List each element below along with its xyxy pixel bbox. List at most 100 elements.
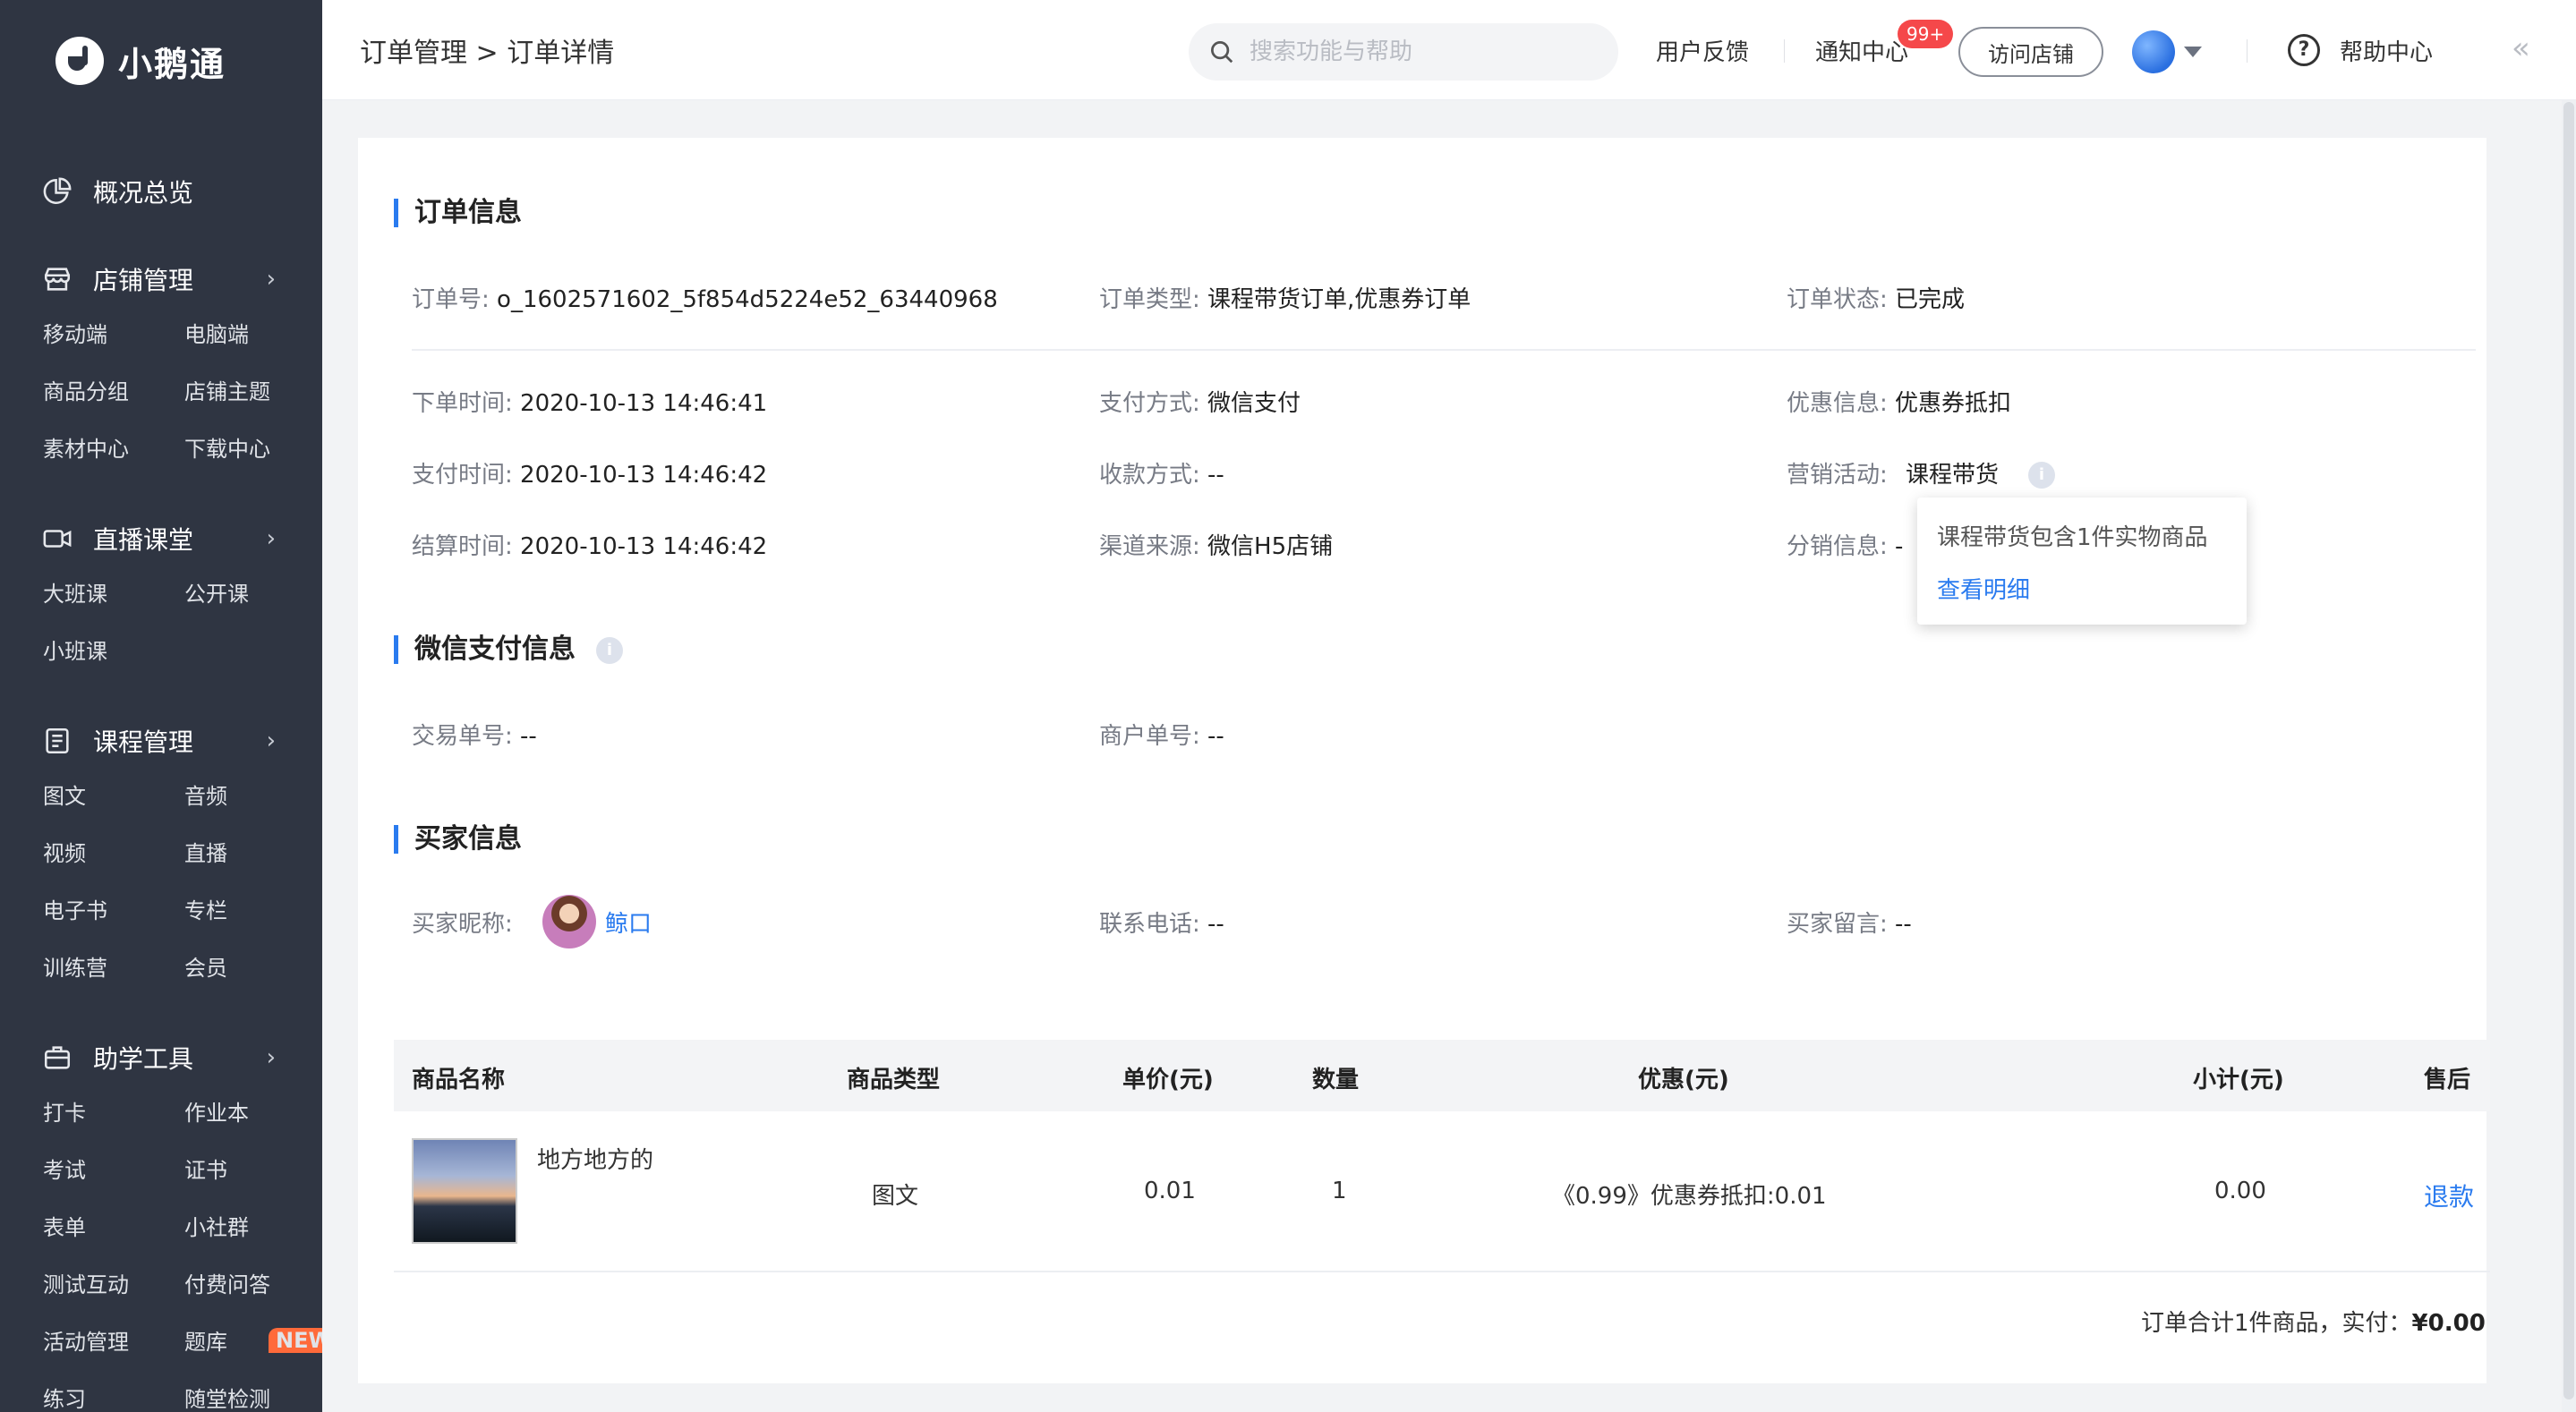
info-icon[interactable]: i (596, 637, 623, 664)
label: 支付时间: (412, 462, 513, 489)
value: -- (1207, 462, 1224, 489)
value: - (1895, 533, 1904, 560)
sidebar-item-column[interactable]: 专栏 (184, 882, 322, 940)
sidebar-item-form[interactable]: 表单 (43, 1199, 184, 1256)
divider (412, 349, 2476, 351)
sidebar: 小鹅通 概况总览 店铺管理 › 移动端 电脑端 商品分组 店铺主题 素材中心 下… (0, 0, 322, 1412)
chevron-right-icon: › (266, 266, 276, 293)
sidebar-item-camp[interactable]: 训练营 (43, 940, 184, 997)
sidebar-item-community[interactable]: 小社群 (184, 1199, 322, 1256)
info-icon[interactable]: i (2028, 462, 2055, 489)
divider (2247, 39, 2248, 63)
divider (1784, 39, 1785, 63)
sidebar-item-materials[interactable]: 素材中心 (43, 421, 184, 478)
chevron-down-icon[interactable] (2184, 47, 2202, 57)
field-distribution: 分销信息: - (1787, 528, 1903, 561)
search-box[interactable] (1189, 23, 1618, 81)
column-header-price: 单价(元) (1122, 1067, 1214, 1093)
nav-head-live[interactable]: 直播课堂 › (0, 512, 322, 566)
collapse-icon[interactable]: « (2512, 30, 2530, 66)
document-list-icon (41, 725, 73, 757)
sidebar-item-store-theme[interactable]: 店铺主题 (184, 363, 322, 421)
sidebar-item-open-class[interactable]: 公开课 (184, 566, 322, 623)
logo-text: 小鹅通 (118, 44, 226, 84)
nav-head-store[interactable]: 店铺管理 › (0, 252, 322, 306)
sidebar-item-homework[interactable]: 作业本 (184, 1085, 322, 1142)
nav-overview[interactable]: 概况总览 (0, 165, 322, 218)
value: 2020-10-13 14:46:42 (520, 462, 768, 489)
pie-chart-icon (41, 175, 73, 208)
label: 收款方式: (1099, 462, 1200, 489)
sidebar-item-small-class[interactable]: 小班课 (43, 623, 184, 680)
feedback-link[interactable]: 用户反馈 (1656, 34, 1749, 67)
order-total-amount: ¥0.00 (2411, 1310, 2486, 1337)
sidebar-item-mobile[interactable]: 移动端 (43, 306, 184, 363)
chevron-right-icon: › (266, 727, 276, 754)
sidebar-item-big-class[interactable]: 大班课 (43, 566, 184, 623)
field-phone: 联系电话: -- (1099, 906, 1224, 939)
field-discount-info: 优惠信息: 优惠券抵扣 (1787, 385, 2011, 418)
label: 商户单号: (1099, 723, 1200, 750)
field-buyer-message: 买家留言: -- (1787, 906, 1912, 939)
visit-store-button[interactable]: 访问店铺 (1958, 27, 2103, 77)
value: -- (1207, 723, 1224, 750)
sidebar-item-product-group[interactable]: 商品分组 (43, 363, 184, 421)
sidebar-item-quiz[interactable]: 测试互动 (43, 1256, 184, 1314)
search-input[interactable] (1250, 38, 1599, 65)
nav-group-store: 店铺管理 › 移动端 电脑端 商品分组 店铺主题 素材中心 下载中心 (0, 252, 322, 478)
view-detail-link[interactable]: 查看明细 (1937, 572, 2227, 605)
order-total-summary: 订单合计1件商品，实付：¥0.00 (2141, 1305, 2486, 1338)
sidebar-item-member[interactable]: 会员 (184, 940, 322, 997)
topbar: 订单管理 > 订单详情 (322, 0, 2576, 100)
nav-head-course[interactable]: 课程管理 › (0, 714, 322, 768)
section-title-wechat-pay: 微信支付信息 (394, 635, 576, 664)
label: 结算时间: (412, 533, 513, 560)
new-badge: NEW (269, 1328, 322, 1353)
sidebar-item-live[interactable]: 直播 (184, 825, 322, 882)
video-camera-icon (41, 523, 73, 555)
buyer-nickname-link[interactable]: 鲸口 (605, 906, 652, 939)
sidebar-item-article[interactable]: 图文 (43, 768, 184, 825)
label: 渠道来源: (1099, 533, 1200, 560)
logo-icon (55, 37, 104, 85)
field-trade-no: 交易单号: -- (412, 718, 537, 751)
column-header-discount: 优惠(元) (1638, 1067, 1729, 1093)
sidebar-item-paid-qa[interactable]: 付费问答 (184, 1256, 322, 1314)
product-subtotal: 0.00 (2214, 1178, 2266, 1204)
sidebar-item-checkin[interactable]: 打卡 (43, 1085, 184, 1142)
column-header-aftersale: 售后 (2424, 1067, 2471, 1093)
value: 2020-10-13 14:46:42 (520, 533, 768, 560)
notification-center-link[interactable]: 通知中心 (1815, 34, 1908, 67)
scrollbar-thumb[interactable] (2563, 102, 2574, 1399)
nav-head-tools[interactable]: 助学工具 › (0, 1031, 322, 1085)
product-thumbnail[interactable] (412, 1138, 517, 1244)
label: 联系电话: (1099, 911, 1200, 938)
logo[interactable]: 小鹅通 (55, 36, 226, 86)
sidebar-item-exam[interactable]: 考试 (43, 1142, 184, 1199)
avatar[interactable] (542, 895, 596, 948)
sidebar-item-audio[interactable]: 音频 (184, 768, 322, 825)
column-header-type: 商品类型 (847, 1067, 941, 1093)
sidebar-item-video[interactable]: 视频 (43, 825, 184, 882)
sidebar-item-question-bank[interactable]: 题库 NEW (184, 1314, 322, 1371)
question-circle-icon[interactable]: ? (2288, 34, 2320, 66)
value: -- (1895, 911, 1912, 938)
help-center-link[interactable]: 帮助中心 (2340, 34, 2433, 67)
refund-link[interactable]: 退款 (2424, 1178, 2474, 1213)
section-title-buyer: 买家信息 (394, 825, 522, 854)
globe-icon[interactable] (2132, 30, 2175, 73)
sidebar-item-ebook[interactable]: 电子书 (43, 882, 184, 940)
sidebar-item-downloads[interactable]: 下载中心 (184, 421, 322, 478)
sidebar-item-certificate[interactable]: 证书 (184, 1142, 322, 1199)
label: 营销活动: (1787, 462, 1888, 489)
field-pay-time: 支付时间: 2020-10-13 14:46:42 (412, 456, 767, 489)
nav-live-label: 直播课堂 (93, 525, 194, 555)
sidebar-item-pc[interactable]: 电脑端 (184, 306, 322, 363)
sidebar-item-practice[interactable]: 练习 (43, 1371, 184, 1412)
sidebar-item-class-test[interactable]: 随堂检测 (184, 1371, 322, 1412)
nav-group-live: 直播课堂 › 大班课 公开课 小班课 (0, 512, 322, 680)
nav-store-label: 店铺管理 (93, 266, 194, 295)
value: 课程带货 (1906, 462, 2000, 489)
value: 2020-10-13 14:46:41 (520, 390, 768, 417)
sidebar-item-activity[interactable]: 活动管理 (43, 1314, 184, 1371)
